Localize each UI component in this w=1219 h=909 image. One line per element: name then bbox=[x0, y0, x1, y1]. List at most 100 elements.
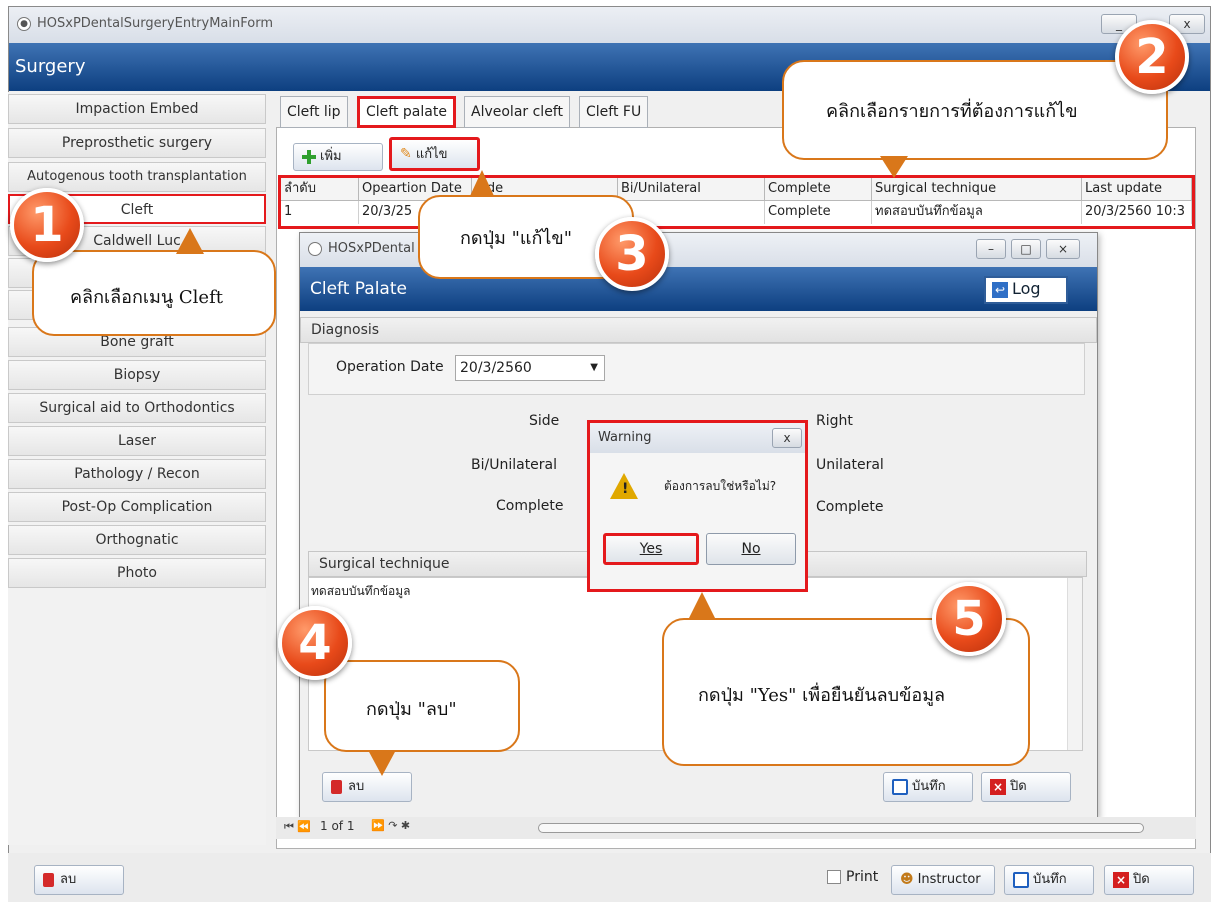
callout-4: กดปุ่ม "ลบ" bbox=[324, 660, 520, 752]
grid-header-technique[interactable]: Surgical technique bbox=[872, 178, 1082, 201]
child-minimize-button[interactable]: – bbox=[976, 239, 1006, 259]
edit-button-label: แก้ไข bbox=[415, 147, 448, 162]
no-button[interactable]: No bbox=[706, 533, 796, 565]
child-close-button[interactable]: × bbox=[1046, 239, 1080, 259]
side-label: Side bbox=[529, 413, 560, 429]
complete-right-label: Complete bbox=[816, 499, 884, 515]
grid-cell-technique[interactable]: ทดสอบบันทึกข้อมูล bbox=[872, 201, 1082, 224]
save-button[interactable]: บันทึก bbox=[1004, 865, 1094, 895]
print-label: Print bbox=[846, 869, 879, 885]
callout-5-pointer bbox=[688, 592, 716, 620]
grid-header-no[interactable]: ลำดับ bbox=[281, 178, 359, 201]
grid-cell-last-update[interactable]: 20/3/2560 10:3 bbox=[1082, 201, 1192, 224]
pencil-icon: ✎ bbox=[400, 146, 412, 162]
tab-alveolar-cleft[interactable]: Alveolar cleft bbox=[464, 96, 570, 128]
grid-header-biuni[interactable]: Bi/Unilateral bbox=[618, 178, 765, 201]
trash-icon bbox=[331, 779, 342, 794]
menu-item-pathology[interactable]: Pathology / Recon bbox=[8, 459, 266, 489]
grid-cell-complete[interactable]: Complete bbox=[765, 201, 872, 224]
menu-item-surgical-aid[interactable]: Surgical aid to Orthodontics bbox=[8, 393, 266, 423]
diagnosis-groupbar[interactable]: Diagnosis bbox=[300, 317, 1097, 343]
tab-cleft-palate[interactable]: Cleft palate bbox=[357, 96, 456, 128]
horizontal-scrollbar[interactable] bbox=[538, 823, 1144, 833]
operation-date-label: Operation Date bbox=[336, 359, 444, 375]
biuni-right-label: Unilateral bbox=[816, 457, 884, 473]
app-icon: ● bbox=[17, 17, 31, 31]
yes-button[interactable]: Yes bbox=[603, 533, 699, 565]
warning-message: ต้องการลบใช่หรือไม่? bbox=[664, 479, 777, 493]
surgical-technique-text: ทดสอบบันทึกข้อมูล bbox=[311, 584, 411, 598]
bottom-bar: ลบ Print ☻ Instructor บันทึก × ปิด bbox=[8, 853, 1211, 902]
save-icon bbox=[1013, 871, 1029, 888]
menu-item-orthognatic[interactable]: Orthognatic bbox=[8, 525, 266, 555]
window-title: HOSxPDentalSurgeryEntryMainForm bbox=[37, 16, 273, 31]
child-header: Cleft Palate ↩ Log bbox=[300, 267, 1097, 311]
callout-2-text: คลิกเลือกรายการที่ต้องการแก้ไข bbox=[826, 101, 1078, 122]
form-save-button[interactable]: บันทึก bbox=[883, 772, 973, 802]
edit-button[interactable]: ✎ แก้ไข bbox=[389, 137, 480, 171]
callout-1-pointer bbox=[176, 228, 204, 254]
form-close-label: ปิด bbox=[1010, 779, 1027, 794]
menu-item-impaction-embed[interactable]: Impaction Embed bbox=[8, 94, 266, 124]
operation-date-value: 20/3/2560 bbox=[460, 360, 532, 376]
badge-5: 5 bbox=[932, 582, 1006, 656]
instructor-label: Instructor bbox=[917, 872, 981, 887]
menu-item-biopsy[interactable]: Biopsy bbox=[8, 360, 266, 390]
badge-3: 3 bbox=[595, 217, 669, 291]
log-button-label: Log bbox=[1012, 279, 1041, 298]
print-checkbox[interactable] bbox=[827, 870, 841, 884]
child-window-title: HOSxPDental bbox=[328, 241, 415, 256]
child-header-title: Cleft Palate bbox=[310, 279, 407, 299]
save-label: บันทึก bbox=[1033, 872, 1067, 887]
callout-1: คลิกเลือกเมนู Cleft bbox=[32, 250, 276, 336]
badge-4: 4 bbox=[278, 606, 352, 680]
add-button[interactable]: เพิ่ม bbox=[293, 143, 383, 171]
tab-cleft-lip[interactable]: Cleft lip bbox=[280, 96, 348, 128]
trash-icon bbox=[43, 872, 54, 887]
data-grid: ลำดับ Opeartion Date Side Bi/Unilateral … bbox=[278, 175, 1195, 229]
grid-header-complete[interactable]: Complete bbox=[765, 178, 872, 201]
close-button[interactable]: × ปิด bbox=[1104, 865, 1194, 895]
menu-item-photo[interactable]: Photo bbox=[8, 558, 266, 588]
delete-label: ลบ bbox=[60, 872, 77, 887]
callout-2: คลิกเลือกรายการที่ต้องการแก้ไข bbox=[782, 60, 1168, 160]
callout-1-text: คลิกเลือกเมนู Cleft bbox=[70, 287, 223, 308]
warning-dialog: Warning x ! ต้องการลบใช่หรือไม่? Yes No bbox=[587, 420, 808, 592]
save-icon bbox=[892, 778, 908, 795]
record-navigator: ⏮ ⏪ 1 of 1 ⏩ ↷ ✱ bbox=[276, 817, 1196, 839]
warning-titlebar: Warning x bbox=[590, 423, 805, 453]
instructor-button[interactable]: ☻ Instructor bbox=[891, 865, 995, 895]
form-delete-button[interactable]: ลบ bbox=[322, 772, 412, 802]
child-maximize-button[interactable]: □ bbox=[1011, 239, 1041, 259]
warning-icon-mark: ! bbox=[622, 481, 629, 497]
badge-1: 1 bbox=[10, 188, 84, 262]
form-close-button[interactable]: × ปิด bbox=[981, 772, 1071, 802]
grid-cell-no[interactable]: 1 bbox=[281, 201, 359, 224]
nav-first-prev-icons[interactable]: ⏮ ⏪ bbox=[284, 820, 311, 834]
badge-2: 2 bbox=[1115, 20, 1189, 94]
warning-close-button[interactable]: x bbox=[772, 428, 802, 448]
close-icon: × bbox=[1113, 871, 1129, 888]
menu-item-preprosthetic[interactable]: Preprosthetic surgery bbox=[8, 128, 266, 158]
close-label: ปิด bbox=[1133, 872, 1150, 887]
callout-5-text: กดปุ่ม "Yes" เพื่อยืนยันลบข้อมูล bbox=[698, 685, 946, 706]
textarea-scrollbar[interactable] bbox=[1067, 578, 1082, 750]
app-icon bbox=[308, 242, 322, 256]
callout-2-pointer bbox=[880, 156, 908, 178]
nav-next-last-icons[interactable]: ⏩ ↷ ✱ bbox=[371, 819, 410, 832]
add-button-label: เพิ่ม bbox=[320, 149, 342, 164]
delete-button[interactable]: ลบ bbox=[34, 865, 124, 895]
plus-icon bbox=[302, 149, 316, 164]
tab-cleft-fu[interactable]: Cleft FU bbox=[579, 96, 649, 128]
biuni-label: Bi/Unilateral bbox=[471, 457, 558, 473]
close-icon: × bbox=[990, 778, 1006, 795]
grid-header-last-update[interactable]: Last update bbox=[1082, 178, 1192, 201]
log-icon: ↩ bbox=[992, 281, 1008, 298]
person-icon: ☻ bbox=[900, 872, 914, 887]
chevron-down-icon: ▼ bbox=[590, 362, 598, 373]
menu-item-post-op[interactable]: Post-Op Complication bbox=[8, 492, 266, 522]
side-right-label: Right bbox=[816, 413, 853, 429]
log-button[interactable]: ↩ Log bbox=[984, 276, 1068, 304]
operation-date-input[interactable]: 20/3/2560 ▼ bbox=[455, 355, 605, 381]
menu-item-laser[interactable]: Laser bbox=[8, 426, 266, 456]
